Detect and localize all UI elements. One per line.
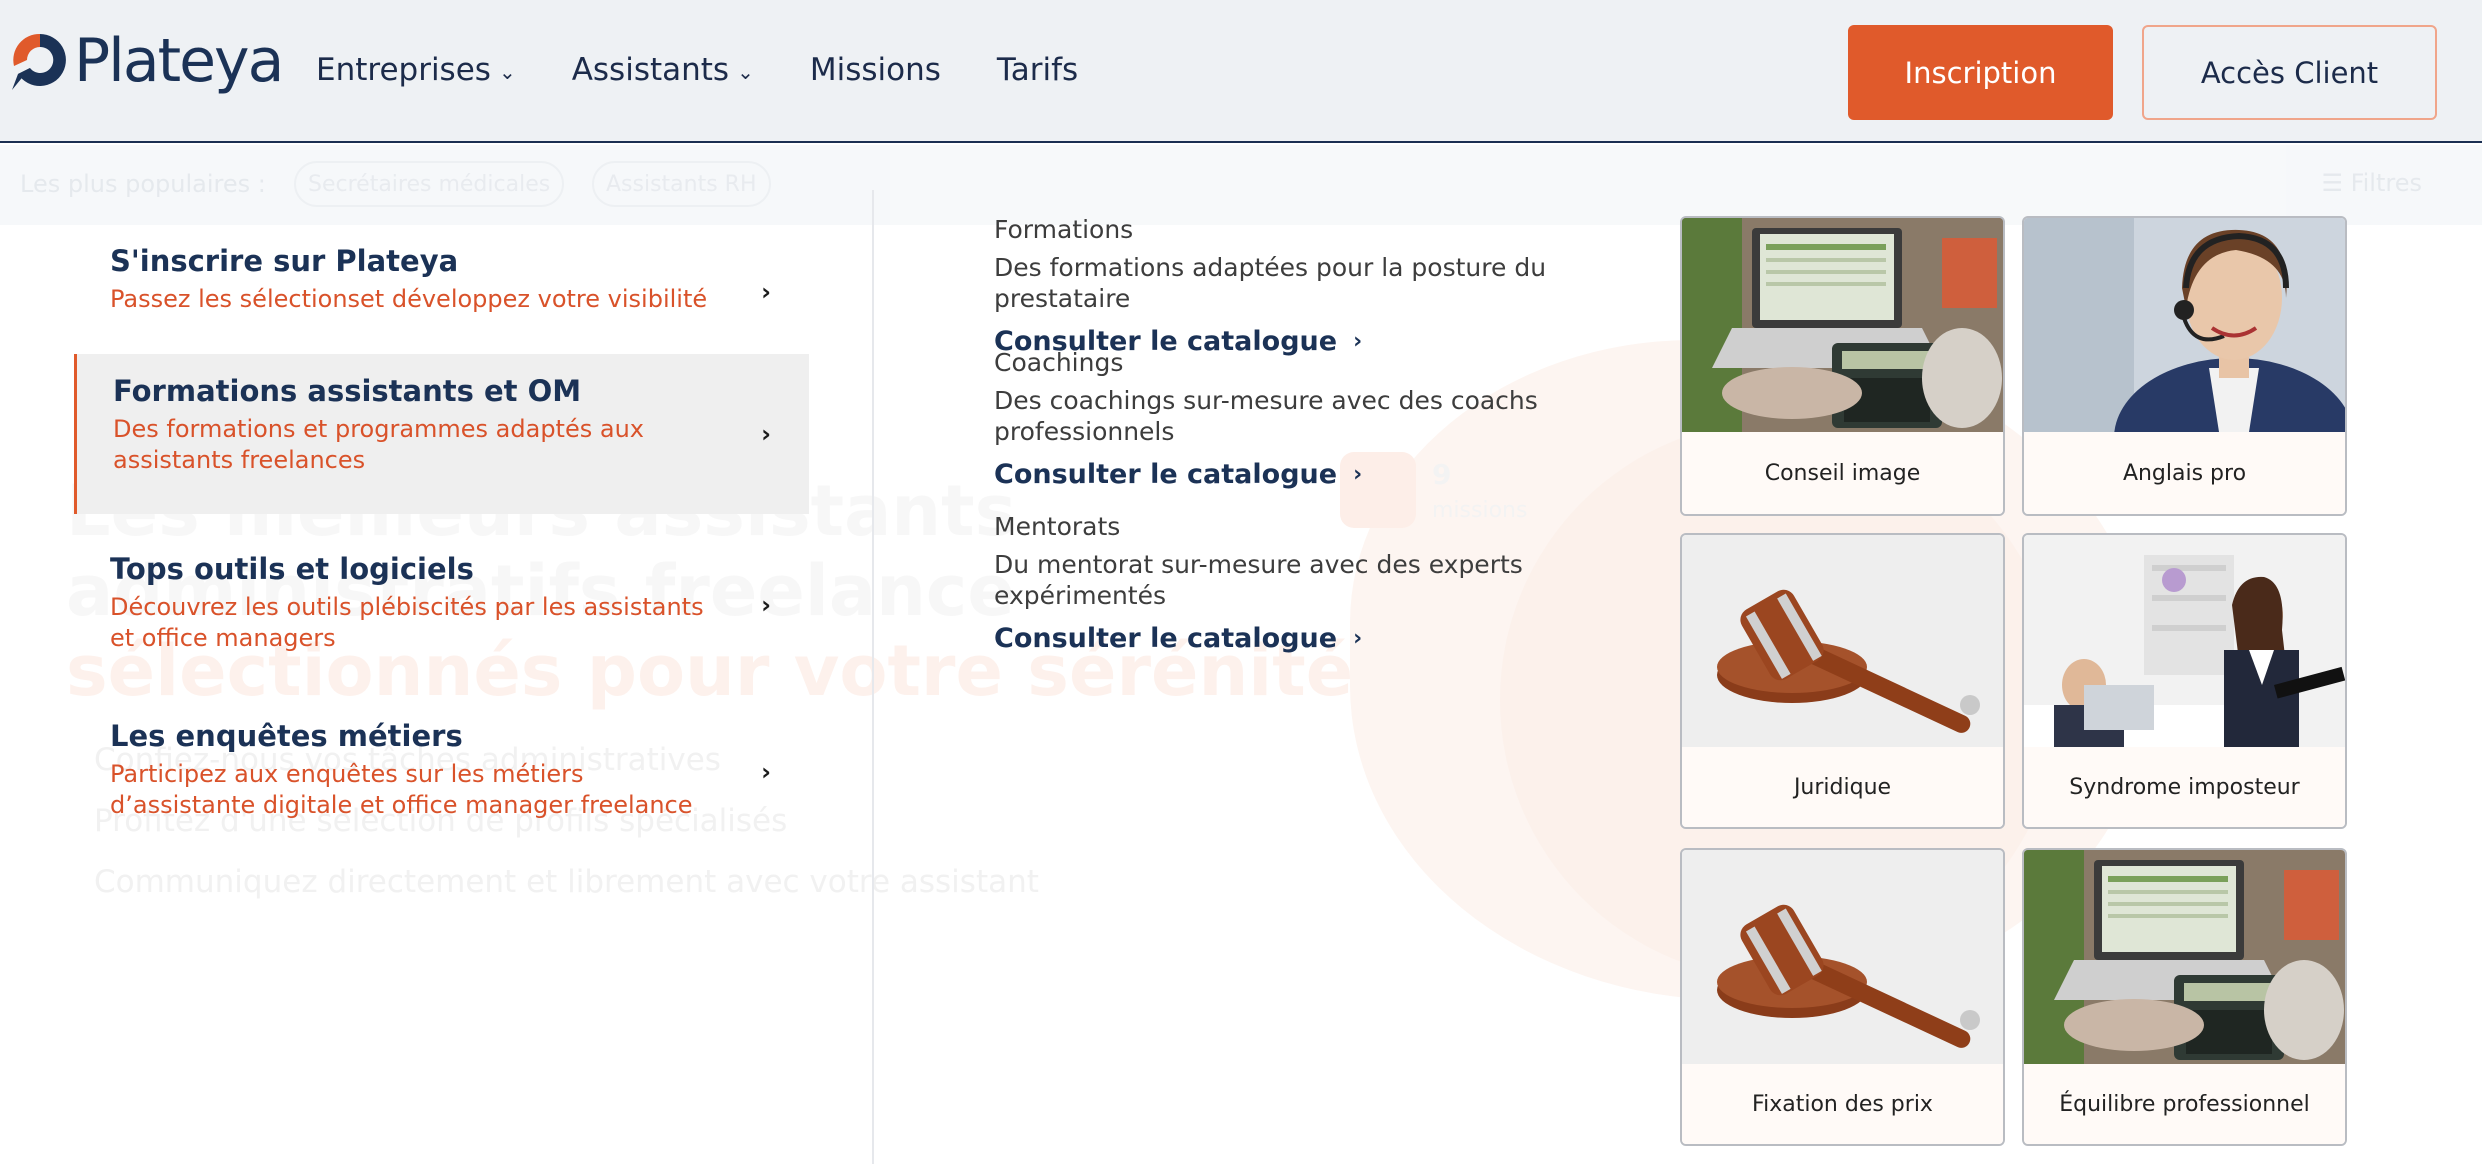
menu-item-outils[interactable]: Tops outils et logiciels Découvrez les o…	[74, 550, 809, 660]
nav-assistants-label: Assistants	[571, 52, 730, 88]
menu-item-desc-2: d’assistante digitale et office manager …	[110, 791, 693, 819]
chevron-right-icon: ›	[761, 420, 771, 448]
site-header: Plateya Entreprises ⌄ Assistants ⌄ Missi…	[0, 0, 2482, 143]
card-label: Anglais pro	[2024, 432, 2345, 514]
nav-tarifs-label: Tarifs	[996, 52, 1079, 88]
chevron-right-icon: ›	[1353, 462, 1363, 487]
logo-text: Plateya	[74, 26, 284, 96]
section-title: Coachings	[994, 348, 1124, 377]
laptop-calculator-image	[2024, 850, 2345, 1064]
nav-missions-label: Missions	[809, 52, 941, 88]
nav-missions[interactable]: Missions	[810, 52, 941, 88]
chevron-down-icon: ⌄	[737, 60, 754, 84]
card-label: Juridique	[1682, 747, 2003, 827]
gavel-image	[1682, 850, 2003, 1064]
headset-woman-image	[2024, 218, 2345, 432]
acces-client-button[interactable]: Accès Client	[2142, 25, 2437, 120]
chevron-down-icon: ⌄	[498, 60, 516, 84]
card-label: Conseil image	[1682, 432, 2003, 514]
gavel-image	[1682, 535, 2003, 747]
section-desc: Des coachings sur-mesure avec des coachs…	[994, 386, 1538, 446]
section-coachings: Coachings Des coachings sur-mesure avec …	[994, 347, 1594, 490]
nav-tarifs[interactable]: Tarifs	[997, 52, 1078, 88]
chevron-right-icon: ›	[1353, 626, 1363, 651]
main-nav: Entreprises ⌄ Assistants ⌄ Missions Tari…	[316, 52, 1134, 88]
menu-item-desc: Découvrez les outils plébiscités par les…	[110, 593, 704, 621]
catalogue-link-label: Consulter le catalogue	[994, 459, 1338, 490]
catalogue-link[interactable]: Consulter le catalogue ›	[994, 623, 1674, 654]
catalogue-link-label: Consulter le catalogue	[994, 623, 1338, 654]
section-desc: Du mentorat sur-mesure avec des experts …	[994, 550, 1523, 610]
menu-item-desc: Des formations et programmes adaptés aux	[113, 415, 644, 443]
office-woman-image	[2024, 535, 2345, 747]
menu-item-title: S'inscrire sur Plateya	[110, 244, 459, 278]
chevron-right-icon: ›	[761, 278, 771, 306]
nav-entreprises-label: Entreprises	[316, 52, 491, 88]
menu-item-desc: Participez aux enquêtes sur les métiers	[110, 760, 584, 788]
menu-item-desc-2: assistants freelances	[113, 446, 366, 474]
section-desc: Des formations adaptées pour la posture …	[994, 253, 1547, 313]
card-equilibre-professionnel[interactable]: Équilibre professionnel	[2022, 848, 2347, 1146]
section-formations: Formations Des formations adaptées pour …	[994, 214, 1674, 357]
menu-item-title: Formations assistants et OM	[113, 374, 582, 408]
nav-assistants[interactable]: Assistants ⌄	[572, 52, 754, 88]
card-label: Syndrome imposteur	[2024, 747, 2345, 827]
menu-item-title: Tops outils et logiciels	[110, 552, 474, 586]
section-title: Mentorats	[994, 512, 1121, 541]
section-title: Formations	[994, 215, 1134, 244]
page: Les meilleurs assistants administratifs …	[0, 0, 2482, 1164]
mega-menu: S'inscrire sur Plateya Passez les sélect…	[0, 190, 2482, 1164]
section-mentorats: Mentorats Du mentorat sur-mesure avec de…	[994, 511, 1674, 654]
card-juridique[interactable]: Juridique	[1680, 533, 2005, 829]
laptop-calculator-image	[1682, 218, 2003, 432]
card-conseil-image[interactable]: Conseil image	[1680, 216, 2005, 516]
menu-item-title: Les enquêtes métiers	[110, 719, 463, 753]
logo[interactable]: Plateya	[10, 26, 284, 96]
card-fixation-des-prix[interactable]: Fixation des prix	[1680, 848, 2005, 1146]
menu-divider	[872, 190, 874, 1164]
menu-item-enquetes[interactable]: Les enquêtes métiers Participez aux enqu…	[74, 717, 809, 827]
chevron-right-icon: ›	[761, 591, 771, 619]
chevron-right-icon: ›	[761, 758, 771, 786]
card-label: Équilibre professionnel	[2024, 1064, 2345, 1144]
menu-item-formations[interactable]: Formations assistants et OM Des formatio…	[74, 354, 809, 514]
inscription-button[interactable]: Inscription	[1848, 25, 2113, 120]
plateya-logo-icon	[12, 33, 66, 90]
catalogue-link[interactable]: Consulter le catalogue ›	[994, 459, 1594, 490]
menu-item-desc-2: et office managers	[110, 624, 336, 652]
card-label: Fixation des prix	[1682, 1064, 2003, 1144]
menu-item-desc: Passez les sélectionset développez votre…	[110, 285, 708, 313]
menu-item-inscrire[interactable]: S'inscrire sur Plateya Passez les sélect…	[74, 242, 809, 342]
card-syndrome-imposteur[interactable]: Syndrome imposteur	[2022, 533, 2347, 829]
nav-entreprises[interactable]: Entreprises ⌄	[316, 52, 516, 88]
card-anglais-pro[interactable]: Anglais pro	[2022, 216, 2347, 516]
